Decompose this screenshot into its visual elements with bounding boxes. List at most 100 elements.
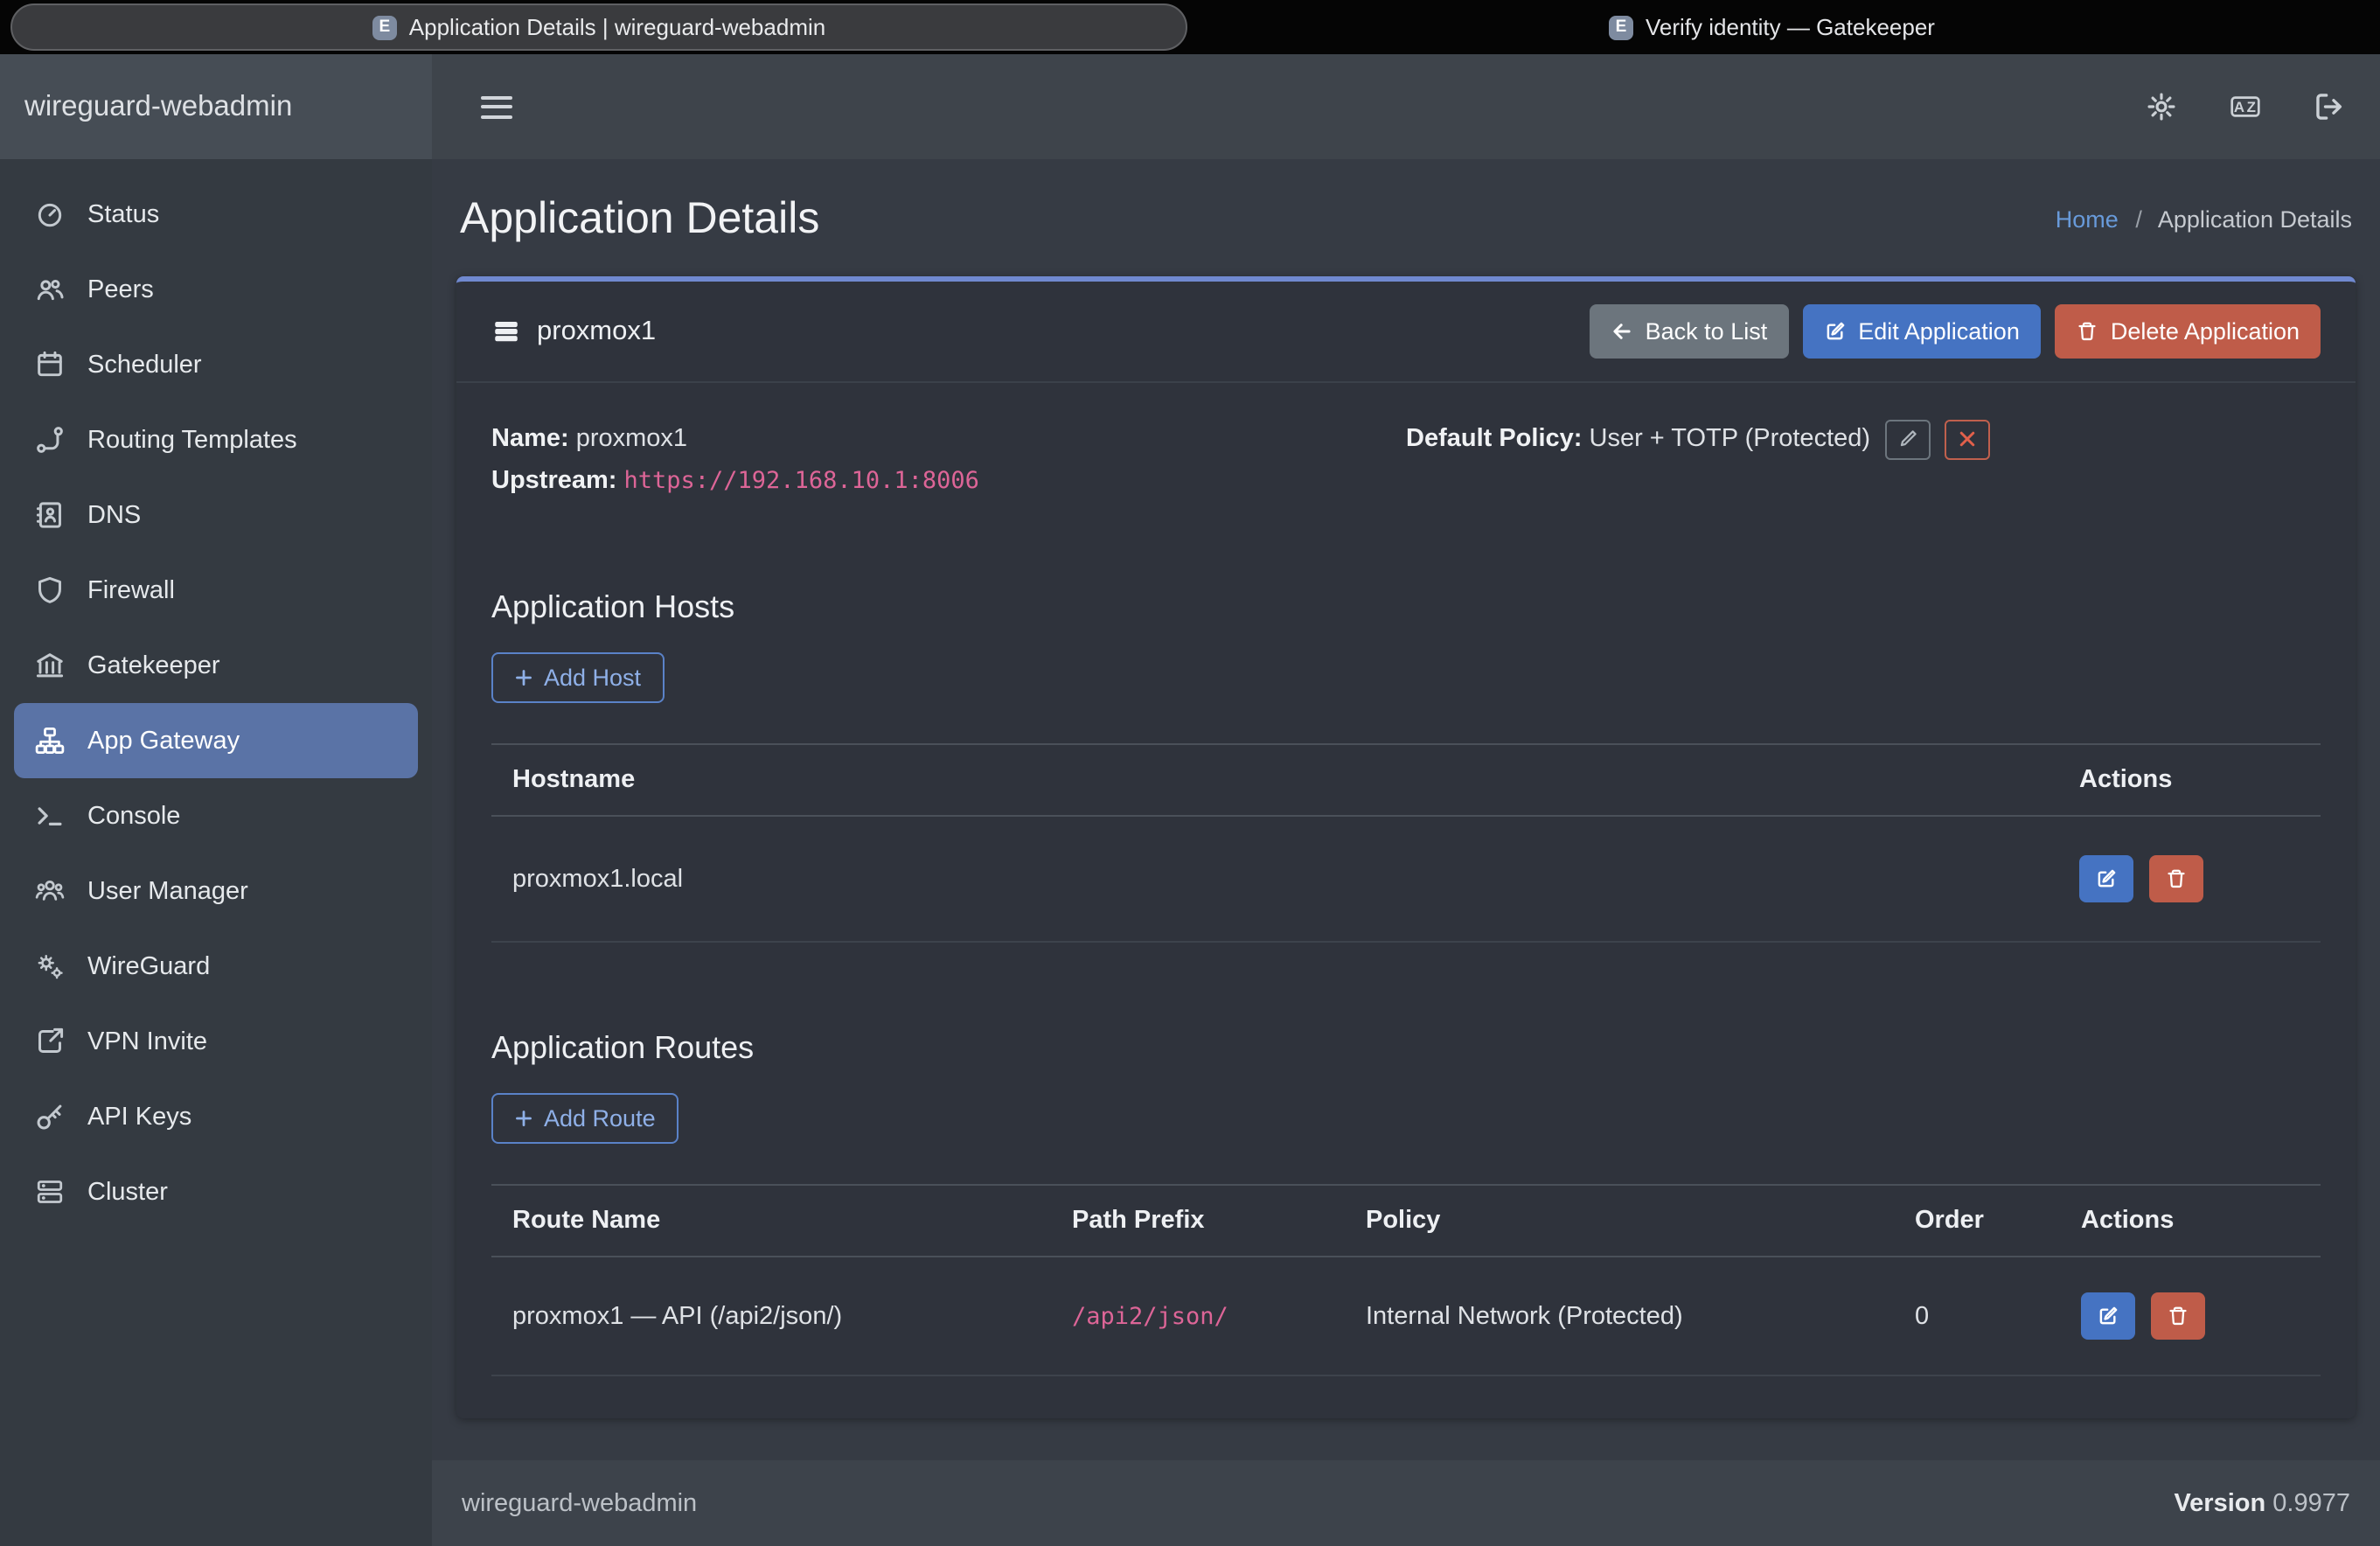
application-details: Name: proxmox1 Upstream: https://192.168… xyxy=(491,418,2321,502)
delete-application-button[interactable]: Delete Application xyxy=(2055,304,2321,359)
sidebar-item-console[interactable]: Console xyxy=(14,778,418,853)
sidebar-item-label: User Manager xyxy=(87,877,248,905)
route-row: proxmox1 — API (/api2/json/) /api2/json/… xyxy=(491,1257,2321,1375)
favicon-icon: E xyxy=(1609,15,1633,39)
tab-title: Verify identity — Gatekeeper xyxy=(1646,14,1935,40)
host-row: proxmox1.local xyxy=(491,816,2321,942)
policy-text: Default Policy: User + TOTP (Protected) xyxy=(1406,418,1870,460)
delete-route-button[interactable] xyxy=(2151,1292,2205,1340)
route-icon xyxy=(35,425,65,455)
app-frame: wireguard-webadmin Status Peers Schedule… xyxy=(0,54,2380,1546)
host-actions-cell xyxy=(2058,816,2321,942)
sidebar-item-peers[interactable]: Peers xyxy=(14,252,418,327)
policy-value: User + TOTP (Protected) xyxy=(1590,425,1871,453)
edit-host-button[interactable] xyxy=(2079,855,2133,902)
route-policy-cell: Internal Network (Protected) xyxy=(1345,1257,1894,1375)
pencil-icon xyxy=(1896,428,1917,449)
footer-version: Version 0.9977 xyxy=(2174,1489,2350,1517)
trash-icon xyxy=(2076,320,2098,343)
sidebar-item-scheduler[interactable]: Scheduler xyxy=(14,327,418,402)
card-header-buttons: Back to List Edit Application Delete App… xyxy=(1590,304,2321,359)
actions-column-header: Actions xyxy=(2060,1185,2321,1257)
routes-header-row: Route Name Path Prefix Policy Order Acti… xyxy=(491,1185,2321,1257)
back-arrow-icon xyxy=(1611,320,1633,343)
host-hostname-cell: proxmox1.local xyxy=(491,816,2058,942)
edit-policy-button[interactable] xyxy=(1884,419,1930,459)
x-icon xyxy=(1956,428,1977,449)
language-icon[interactable]: AZ xyxy=(2230,91,2261,122)
back-to-list-button[interactable]: Back to List xyxy=(1590,304,1789,359)
order-column-header: Order xyxy=(1894,1185,2060,1257)
delete-host-button[interactable] xyxy=(2149,855,2203,902)
sidebar-item-cluster[interactable]: Cluster xyxy=(14,1154,418,1229)
sidebar-item-user-manager[interactable]: User Manager xyxy=(14,853,418,929)
plus-icon xyxy=(514,668,533,687)
footer: wireguard-webadmin Version 0.9977 xyxy=(432,1460,2380,1546)
edit-icon xyxy=(1823,320,1846,343)
breadcrumb-separator: / xyxy=(2135,206,2142,233)
topbar: AZ xyxy=(432,54,2380,159)
application-name: proxmox1 xyxy=(537,316,656,347)
sidebar-item-routing-templates[interactable]: Routing Templates xyxy=(14,402,418,477)
hostname-column-header: Hostname xyxy=(491,744,2058,816)
main-column: AZ Application Details Home / Applicatio… xyxy=(432,54,2380,1546)
bank-icon xyxy=(35,651,65,680)
sidebar-item-label: Peers xyxy=(87,275,154,303)
gear-icon[interactable] xyxy=(2146,91,2177,122)
sidebar-item-label: DNS xyxy=(87,501,141,529)
sidebar-item-label: Status xyxy=(87,200,159,228)
clear-policy-button[interactable] xyxy=(1944,419,1989,459)
edit-application-button[interactable]: Edit Application xyxy=(1802,304,2041,359)
sidebar-item-label: WireGuard xyxy=(87,952,210,980)
key-icon xyxy=(35,1102,65,1132)
sidebar-item-app-gateway[interactable]: App Gateway xyxy=(14,703,418,778)
browser-tab-active[interactable]: E Application Details | wireguard-webadm… xyxy=(10,3,1187,51)
sidebar-item-gatekeeper[interactable]: Gatekeeper xyxy=(14,628,418,703)
sidebar-item-firewall[interactable]: Firewall xyxy=(14,553,418,628)
tab-title: Application Details | wireguard-webadmin xyxy=(409,14,825,40)
upstream-label: Upstream: xyxy=(491,467,616,495)
logout-icon[interactable] xyxy=(2314,91,2345,122)
sidebar-item-dns[interactable]: DNS xyxy=(14,477,418,553)
policy-row: Default Policy: User + TOTP (Protected) xyxy=(1406,418,2321,460)
gauge-icon xyxy=(35,199,65,229)
brand: wireguard-webadmin xyxy=(0,54,432,159)
browser-tab-bar: E Application Details | wireguard-webadm… xyxy=(0,0,2380,54)
policy-label: Default Policy: xyxy=(1406,425,1582,453)
sidebar-item-wireguard[interactable]: WireGuard xyxy=(14,929,418,1004)
sidebar-nav: Status Peers Scheduler Routing Templates xyxy=(0,159,432,1247)
favicon-icon: E xyxy=(372,15,397,39)
version-value: 0.9977 xyxy=(2272,1489,2350,1517)
hosts-section-title: Application Hosts xyxy=(491,589,2321,626)
breadcrumb-home-link[interactable]: Home xyxy=(2056,206,2119,233)
path-prefix-column-header: Path Prefix xyxy=(1051,1185,1345,1257)
share-icon xyxy=(35,1027,65,1056)
route-name-cell: proxmox1 — API (/api2/json/) xyxy=(491,1257,1051,1375)
name-label: Name: xyxy=(491,425,569,453)
edit-route-button[interactable] xyxy=(2081,1292,2135,1340)
sidebar: wireguard-webadmin Status Peers Schedule… xyxy=(0,54,432,1546)
application-card: proxmox1 Back to List Edit Application xyxy=(456,276,2356,1418)
sidebar-item-vpn-invite[interactable]: VPN Invite xyxy=(14,1004,418,1079)
sidebar-item-label: Scheduler xyxy=(87,351,202,379)
card-header: proxmox1 Back to List Edit Application xyxy=(456,282,2356,383)
gears-icon xyxy=(35,951,65,981)
route-actions-cell xyxy=(2060,1257,2321,1375)
menu-toggle-button[interactable] xyxy=(481,95,512,118)
sidebar-item-label: VPN Invite xyxy=(87,1027,207,1055)
hosts-header-row: Hostname Actions xyxy=(491,744,2321,816)
screen: E Application Details | wireguard-webadm… xyxy=(0,0,2380,1546)
add-route-button[interactable]: Add Route xyxy=(491,1093,679,1144)
add-host-button[interactable]: Add Host xyxy=(491,652,664,703)
browser-tab-inactive[interactable]: E Verify identity — Gatekeeper xyxy=(1609,3,1935,51)
sidebar-item-label: Gatekeeper xyxy=(87,651,220,679)
edit-icon xyxy=(2095,867,2118,890)
page-title: Application Details xyxy=(460,194,819,245)
shield-icon xyxy=(35,575,65,605)
name-row: Name: proxmox1 xyxy=(491,418,1406,460)
sitemap-icon xyxy=(35,726,65,756)
topbar-actions: AZ xyxy=(2146,91,2345,122)
sidebar-item-status[interactable]: Status xyxy=(14,177,418,252)
users-group-icon xyxy=(35,876,65,906)
sidebar-item-api-keys[interactable]: API Keys xyxy=(14,1079,418,1154)
